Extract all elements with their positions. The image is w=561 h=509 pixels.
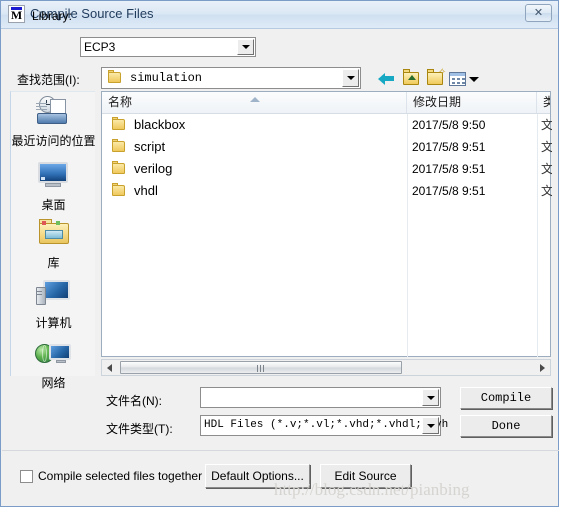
look-in-label: 查找范围(I): <box>17 73 80 87</box>
file-date: 2017/5/8 9:51 <box>412 184 486 198</box>
sidebar-item-desktop[interactable]: 桌面 <box>11 160 96 212</box>
library-value: ECP3 <box>84 40 116 54</box>
watermark: http://blog.csdn.net/pianbing <box>274 480 470 499</box>
folder-icon <box>112 183 126 197</box>
sidebar-item-label: 计算机 <box>35 316 72 330</box>
horizontal-scrollbar[interactable] <box>101 359 551 376</box>
file-name-combobox[interactable] <box>200 387 441 408</box>
column-header-date[interactable]: 修改日期 <box>407 92 537 113</box>
file-type-value: HDL Files (*.v;*.vl;*.vhd;*.vhdl;*.vh <box>204 419 449 431</box>
modelsim-logo-icon: M <box>8 5 25 23</box>
table-row[interactable]: vhdl 2017/5/8 9:51 文 <box>102 180 552 202</box>
compile-button[interactable]: Compile <box>460 387 552 409</box>
compile-source-files-dialog: M Compile Source Files ✕ Library: ECP3 查… <box>0 0 559 507</box>
file-type-combobox[interactable]: HDL Files (*.v;*.vl;*.vhd;*.vhdl;*.vh <box>200 415 448 436</box>
file-name-label: 文件名(N): <box>106 394 162 408</box>
folder-icon <box>108 70 122 84</box>
views-icon[interactable] <box>449 69 479 88</box>
file-name: vhdl <box>134 183 158 198</box>
look-in-combobox[interactable]: simulation <box>101 67 361 89</box>
chevron-down-icon <box>346 76 355 80</box>
chevron-right-icon <box>540 364 545 372</box>
file-type-dropdown-button[interactable] <box>422 417 439 434</box>
file-date: 2017/5/8 9:51 <box>412 140 486 154</box>
network-icon <box>34 338 74 372</box>
back-icon[interactable] <box>377 69 399 88</box>
chevron-down-icon <box>426 423 435 428</box>
file-date: 2017/5/8 9:50 <box>412 118 486 132</box>
grip-icon <box>257 365 265 372</box>
file-type: 文 <box>541 162 552 176</box>
scroll-right-button[interactable] <box>534 360 550 375</box>
file-rows: blackbox 2017/5/8 9:50 文 script 2017/5/8… <box>102 114 552 202</box>
folder-icon <box>112 161 126 175</box>
file-type: 文 <box>541 118 552 132</box>
file-name: blackbox <box>134 117 186 132</box>
chevron-down-icon <box>241 45 250 49</box>
sidebar-item-label: 最近访问的位置 <box>11 134 96 148</box>
file-name: script <box>134 139 166 154</box>
sidebar-item-label: 库 <box>47 256 60 270</box>
desktop-icon <box>34 160 74 194</box>
column-headers: 名称 修改日期 类 <box>102 92 550 114</box>
column-header-type[interactable]: 类 <box>537 92 550 113</box>
folder-icon <box>112 139 126 153</box>
done-button[interactable]: Done <box>460 415 552 437</box>
sidebar-item-library[interactable]: 库 <box>11 218 96 270</box>
table-row[interactable]: script 2017/5/8 9:51 文 <box>102 136 552 158</box>
separator <box>2 450 559 451</box>
file-name-dropdown-button[interactable] <box>422 389 439 406</box>
table-row[interactable]: verilog 2017/5/8 9:51 文 <box>102 158 552 180</box>
new-folder-icon[interactable]: ✧ <box>425 68 447 88</box>
folder-icon <box>112 117 126 131</box>
file-list[interactable]: 名称 修改日期 类 blackbox 2017/5/8 9:50 文 scrip… <box>101 91 552 357</box>
compile-together-label: Compile selected files together <box>38 469 203 483</box>
compile-together-checkbox[interactable] <box>20 470 33 483</box>
file-type: 文 <box>541 140 552 154</box>
sidebar-item-label: 网络 <box>41 376 66 390</box>
library-icon <box>34 218 74 252</box>
sidebar-item-label: 桌面 <box>41 198 66 212</box>
library-combobox[interactable]: ECP3 <box>80 37 256 57</box>
close-button[interactable]: ✕ <box>525 4 552 22</box>
library-label: Library: <box>32 9 73 23</box>
up-folder-icon[interactable] <box>401 69 423 88</box>
scrollbar-thumb[interactable] <box>120 361 402 374</box>
sidebar-item-computer[interactable]: 计算机 <box>11 278 96 330</box>
close-icon: ✕ <box>533 7 544 19</box>
chevron-left-icon <box>107 364 112 372</box>
file-type: 文 <box>541 184 552 198</box>
chevron-down-icon <box>426 395 435 400</box>
chevron-down-icon <box>469 77 479 82</box>
file-date: 2017/5/8 9:51 <box>412 162 486 176</box>
file-type-label: 文件类型(T): <box>106 422 173 436</box>
computer-icon <box>34 278 74 312</box>
places-bar: 最近访问的位置 桌面 库 计算机 网络 <box>10 91 96 390</box>
sidebar-item-recent-places[interactable]: 最近访问的位置 <box>11 96 96 148</box>
table-row[interactable]: blackbox 2017/5/8 9:50 文 <box>102 114 552 136</box>
library-dropdown-button[interactable] <box>237 39 254 55</box>
column-header-name[interactable]: 名称 <box>102 92 407 113</box>
look-in-value: simulation <box>130 71 203 85</box>
title-bar: M Compile Source Files ✕ <box>1 1 558 29</box>
sort-ascending-icon <box>250 97 260 102</box>
file-name: verilog <box>134 161 173 176</box>
look-in-dropdown-button[interactable] <box>342 69 359 87</box>
sidebar-item-network[interactable]: 网络 <box>11 338 96 390</box>
scroll-left-button[interactable] <box>102 360 118 375</box>
recent-places-icon <box>34 96 74 130</box>
logo-letter: M <box>10 8 23 22</box>
